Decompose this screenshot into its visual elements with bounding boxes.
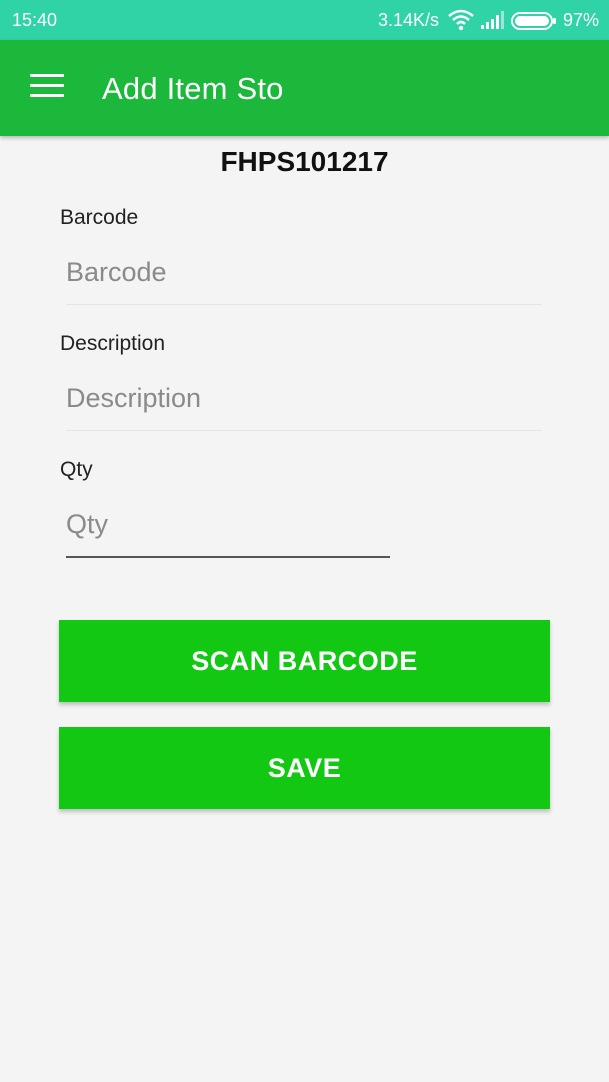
network-speed: 3.14K/s: [377, 10, 439, 30]
page-title: Add Item Sto: [102, 71, 284, 106]
qty-input[interactable]: [66, 500, 390, 558]
app-bar: Add Item Sto: [0, 40, 609, 136]
battery-percent: 97%: [562, 10, 599, 30]
status-time: 15:40: [12, 10, 58, 30]
item-code: FHPS101217: [220, 146, 389, 177]
menu-icon[interactable]: [30, 74, 64, 102]
battery-icon: [511, 12, 557, 35]
wifi-icon: [447, 9, 475, 36]
signal-icon: [481, 11, 505, 34]
save-button[interactable]: SAVE: [59, 727, 550, 809]
description-input[interactable]: [66, 374, 542, 431]
barcode-label: Barcode: [60, 206, 139, 229]
description-label: Description: [60, 332, 166, 355]
qty-label: Qty: [60, 458, 93, 481]
scan-barcode-button[interactable]: SCAN BARCODE: [59, 620, 550, 702]
barcode-input[interactable]: [66, 248, 542, 305]
status-bar: 15:40 3.14K/s 97%: [0, 0, 609, 40]
